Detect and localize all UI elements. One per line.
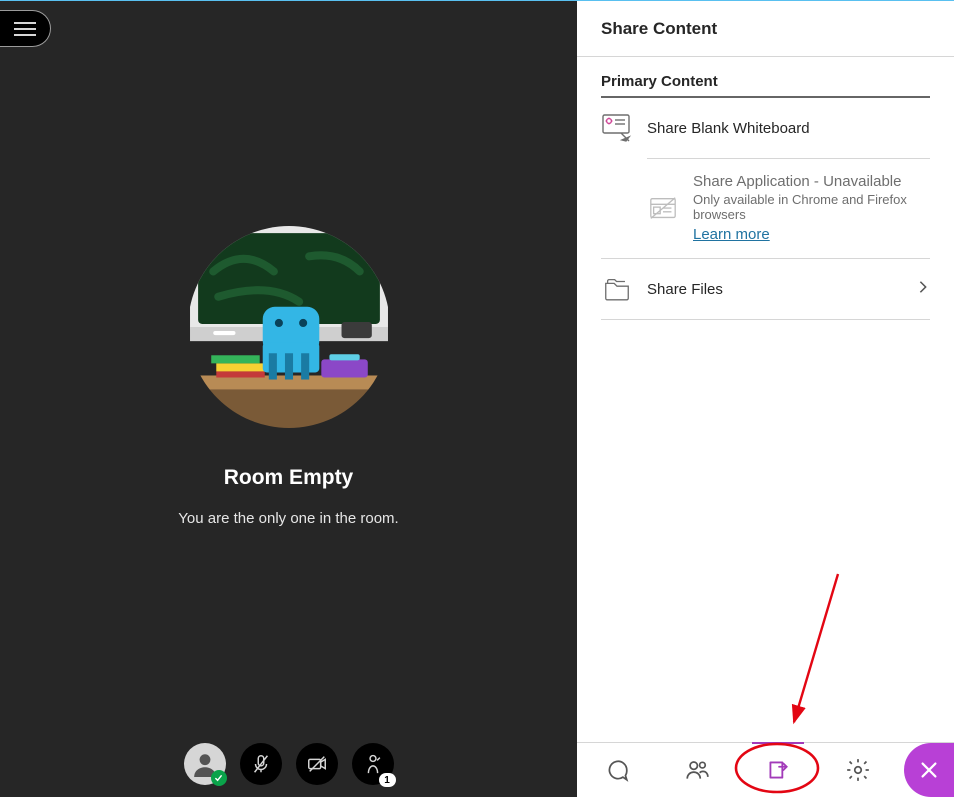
section-primary-content: Primary Content — [601, 57, 930, 98]
camera-button[interactable] — [296, 743, 338, 785]
share-files-option[interactable]: Share Files — [601, 258, 930, 320]
settings-tab[interactable] — [818, 743, 898, 797]
attendees-tab[interactable] — [657, 743, 737, 797]
chevron-right-icon — [916, 280, 930, 299]
my-status-button[interactable] — [184, 743, 226, 785]
panel-tabbar — [577, 742, 954, 797]
media-controls: 1 — [184, 743, 394, 785]
close-panel-button[interactable] — [904, 743, 954, 797]
option-label: Share Application - Unavailable — [693, 173, 930, 190]
panel-title: Share Content — [577, 1, 954, 57]
microphone-button[interactable] — [240, 743, 282, 785]
application-icon — [647, 193, 679, 225]
collaborate-panel: Share Content Primary Content Share Blan… — [577, 0, 954, 797]
option-label: Share Blank Whiteboard — [647, 120, 930, 137]
status-available-icon — [211, 770, 227, 786]
room-status-subtitle: You are the only one in the room. — [178, 510, 398, 527]
files-icon — [601, 273, 633, 305]
room-status-title: Room Empty — [224, 466, 354, 490]
participant-count-badge: 1 — [379, 773, 396, 787]
learn-more-link[interactable]: Learn more — [693, 226, 770, 243]
option-subtext: Only available in Chrome and Firefox bro… — [693, 192, 930, 222]
chat-tab[interactable] — [577, 743, 657, 797]
raise-hand-button[interactable]: 1 — [352, 743, 394, 785]
session-menu-button[interactable] — [0, 10, 51, 47]
option-label: Share Files — [647, 281, 902, 298]
room-empty-illustration — [188, 226, 390, 428]
share-application-option: Share Application - Unavailable Only ava… — [647, 158, 930, 258]
share-content-tab[interactable] — [738, 743, 818, 797]
share-whiteboard-option[interactable]: Share Blank Whiteboard — [601, 98, 930, 158]
whiteboard-icon — [601, 112, 633, 144]
main-room-area: Room Empty You are the only one in the r… — [0, 0, 577, 797]
